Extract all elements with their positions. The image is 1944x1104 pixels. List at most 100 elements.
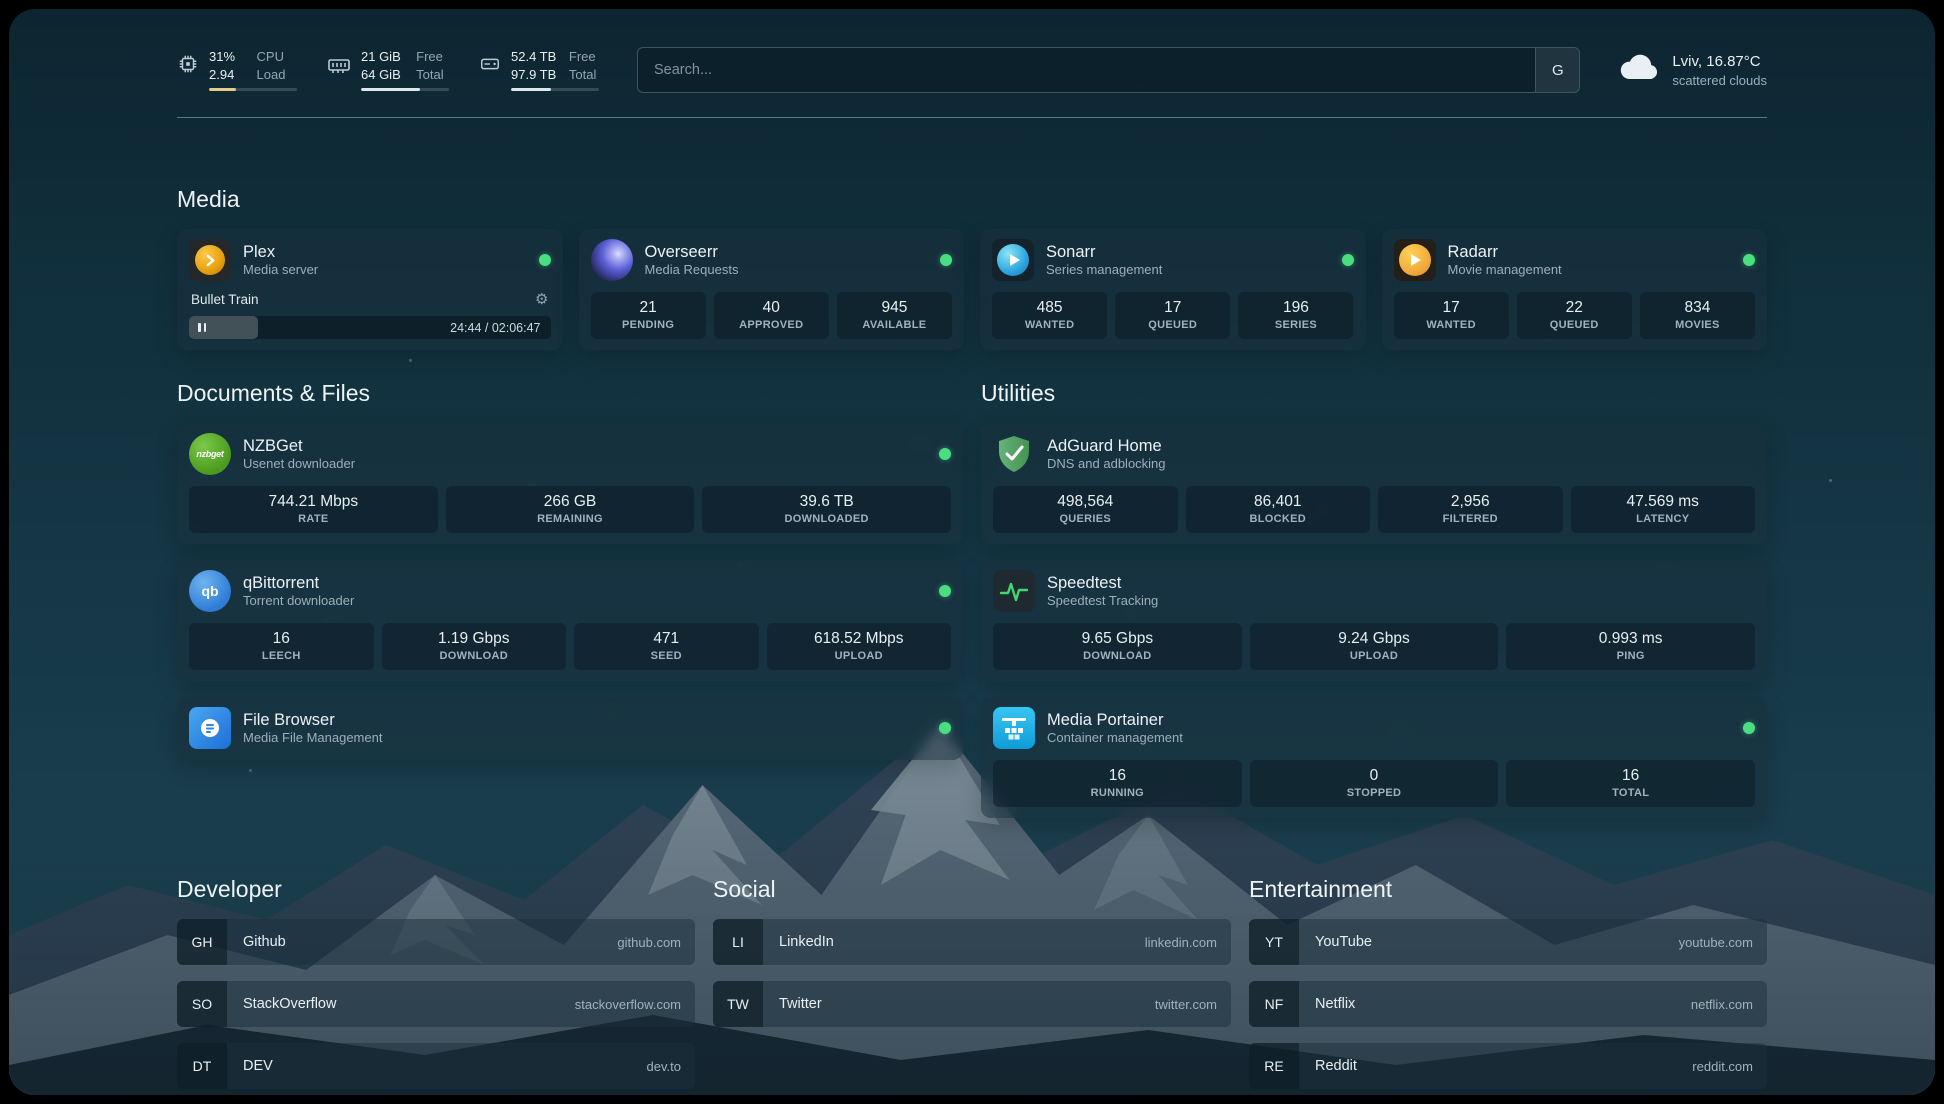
service-card-radarr[interactable]: Radarr Movie management 17WANTED 22QUEUE… [1382, 229, 1768, 350]
portainer-stats: 16RUNNING 0STOPPED 16TOTAL [993, 760, 1755, 807]
service-description: Speedtest Tracking [1047, 593, 1158, 609]
memory-icon [327, 53, 351, 82]
bookmarks-developer: Developer GH Github github.com SO StackO… [177, 876, 695, 1095]
stat-latency: 47.569 msLATENCY [1571, 486, 1756, 533]
weather-text: Lviv, 16.87°C scattered clouds [1672, 52, 1767, 87]
bookmark-abbr: RE [1249, 1043, 1299, 1089]
memory-free-value: 21 GiB [361, 49, 406, 66]
bookmark-reddit[interactable]: RE Reddit reddit.com [1249, 1043, 1767, 1089]
service-card-speedtest[interactable]: Speedtest Speedtest Tracking 9.65 GbpsDO… [981, 560, 1767, 681]
service-card-filebrowser[interactable]: File Browser Media File Management [177, 697, 963, 760]
bookmarks-social: Social LI LinkedIn linkedin.com TW Twitt… [713, 876, 1231, 1095]
memory-free-label: Free [416, 49, 449, 66]
service-card-adguard[interactable]: AdGuard Home DNS and adblocking 498,564Q… [981, 423, 1767, 544]
sonarr-icon [992, 239, 1034, 281]
media-cards: Plex Media server Bullet Train ⚙ [177, 229, 1767, 350]
cpu-usage-value: 31% [209, 49, 247, 66]
stat-seed: 471SEED [574, 623, 759, 670]
bookmark-abbr: YT [1249, 919, 1299, 965]
search-provider-button[interactable]: G [1535, 48, 1579, 92]
gear-icon[interactable]: ⚙ [535, 290, 548, 308]
qbittorrent-stats: 16LEECH 1.19 GbpsDOWNLOAD 471SEED 618.52… [189, 623, 951, 670]
filebrowser-titles: File Browser Media File Management [243, 710, 382, 747]
bookmark-youtube[interactable]: YT YouTube youtube.com [1249, 919, 1767, 965]
nzbget-titles: NZBGet Usenet downloader [243, 436, 355, 473]
service-card-qbittorrent[interactable]: qb qBittorrent Torrent downloader 16LEEC… [177, 560, 963, 681]
radarr-stats: 17WANTED 22QUEUED 834MOVIES [1394, 292, 1756, 339]
window-frame: 31% CPU 2.94 Load [0, 0, 1944, 1104]
service-card-portainer[interactable]: Media Portainer Container management 16R… [981, 697, 1767, 818]
service-description: Series management [1046, 262, 1162, 278]
status-dot [1342, 254, 1354, 266]
bookmark-twitter[interactable]: TW Twitter twitter.com [713, 981, 1231, 1027]
service-card-nzbget[interactable]: nzbget NZBGet Usenet downloader 744.21 M… [177, 423, 963, 544]
cpu-readout: 31% CPU 2.94 Load [209, 49, 297, 91]
nzbget-icon: nzbget [189, 433, 231, 475]
bookmarks-section: Developer GH Github github.com SO StackO… [177, 876, 1767, 1095]
stat-remaining: 266 GBREMAINING [446, 486, 695, 533]
adguard-icon [993, 433, 1035, 475]
stat-running: 16RUNNING [993, 760, 1242, 807]
service-description: Media File Management [243, 730, 382, 746]
stat-filtered: 2,956FILTERED [1378, 486, 1563, 533]
service-name: Radarr [1448, 242, 1562, 263]
bookmark-url: linkedin.com [1145, 919, 1231, 965]
disk-widget: 52.4 TB Free 97.9 TB Total [479, 49, 599, 91]
memory-readout: 21 GiB Free 64 GiB Total [361, 49, 449, 91]
disk-free-label: Free [569, 49, 599, 66]
weather-widget[interactable]: Lviv, 16.87°C scattered clouds [1618, 52, 1767, 87]
bookmarks-entertainment: Entertainment YT YouTube youtube.com NF … [1249, 876, 1767, 1095]
section-utilities: Utilities [981, 380, 1767, 818]
stat-upload: 9.24 GbpsUPLOAD [1250, 623, 1499, 670]
cpu-widget: 31% CPU 2.94 Load [177, 49, 297, 91]
bookmark-stackoverflow[interactable]: SO StackOverflow stackoverflow.com [177, 981, 695, 1027]
dashboard-screen: 31% CPU 2.94 Load [9, 9, 1935, 1095]
service-name: Plex [243, 242, 318, 263]
playback-progress-bar[interactable]: 24:44 / 02:06:47 [189, 316, 551, 339]
now-playing-title: Bullet Train [191, 292, 259, 307]
bookmark-linkedin[interactable]: LI LinkedIn linkedin.com [713, 919, 1231, 965]
service-name: Media Portainer [1047, 710, 1183, 731]
overseerr-stats: 21PENDING 40APPROVED 945AVAILABLE [591, 292, 953, 339]
stat-approved: 40APPROVED [714, 292, 829, 339]
header: 31% CPU 2.94 Load [177, 47, 1767, 93]
bookmark-url: reddit.com [1692, 1043, 1767, 1089]
search-input[interactable] [638, 48, 1535, 92]
nzbget-stats: 744.21 MbpsRATE 266 GBREMAINING 39.6 TBD… [189, 486, 951, 533]
service-name: Sonarr [1046, 242, 1162, 263]
utilities-cards: AdGuard Home DNS and adblocking 498,564Q… [981, 423, 1767, 818]
bookmark-netflix[interactable]: NF Netflix netflix.com [1249, 981, 1767, 1027]
bookmark-github[interactable]: GH Github github.com [177, 919, 695, 965]
pause-icon[interactable] [198, 323, 206, 332]
status-dot [940, 254, 952, 266]
service-card-plex[interactable]: Plex Media server Bullet Train ⚙ [177, 229, 563, 350]
playback-time: 24:44 / 02:06:47 [450, 321, 550, 335]
service-card-overseerr[interactable]: Overseerr Media Requests 21PENDING 40APP… [579, 229, 965, 350]
service-card-sonarr[interactable]: Sonarr Series management 485WANTED 17QUE… [980, 229, 1366, 350]
service-name: Speedtest [1047, 573, 1158, 594]
memory-widget: 21 GiB Free 64 GiB Total [327, 49, 449, 91]
bookmark-dev[interactable]: DT DEV dev.to [177, 1043, 695, 1089]
bookmark-url: youtube.com [1679, 919, 1767, 965]
stat-blocked: 86,401BLOCKED [1186, 486, 1371, 533]
adguard-titles: AdGuard Home DNS and adblocking [1047, 436, 1166, 473]
bookmark-abbr: TW [713, 981, 763, 1027]
section-title-media: Media [177, 186, 1767, 213]
stat-total: 16TOTAL [1506, 760, 1755, 807]
stat-pending: 21PENDING [591, 292, 706, 339]
plex-now-playing: Bullet Train ⚙ 24:44 / 02:06:47 [189, 290, 551, 339]
bookmark-abbr: GH [177, 919, 227, 965]
bookmark-url: dev.to [647, 1043, 695, 1089]
overseerr-icon [591, 239, 633, 281]
service-description: Media server [243, 262, 318, 278]
memory-total-label: Total [416, 67, 449, 84]
cpu-load-label: Load [257, 67, 297, 84]
portainer-titles: Media Portainer Container management [1047, 710, 1183, 747]
stat-ping: 0.993 msPING [1506, 623, 1755, 670]
disk-readout: 52.4 TB Free 97.9 TB Total [511, 49, 599, 91]
stat-queued: 22QUEUED [1517, 292, 1632, 339]
stat-available: 945AVAILABLE [837, 292, 952, 339]
memory-bar [361, 88, 449, 91]
weather-condition: scattered clouds [1672, 73, 1767, 88]
stat-stopped: 0STOPPED [1250, 760, 1499, 807]
